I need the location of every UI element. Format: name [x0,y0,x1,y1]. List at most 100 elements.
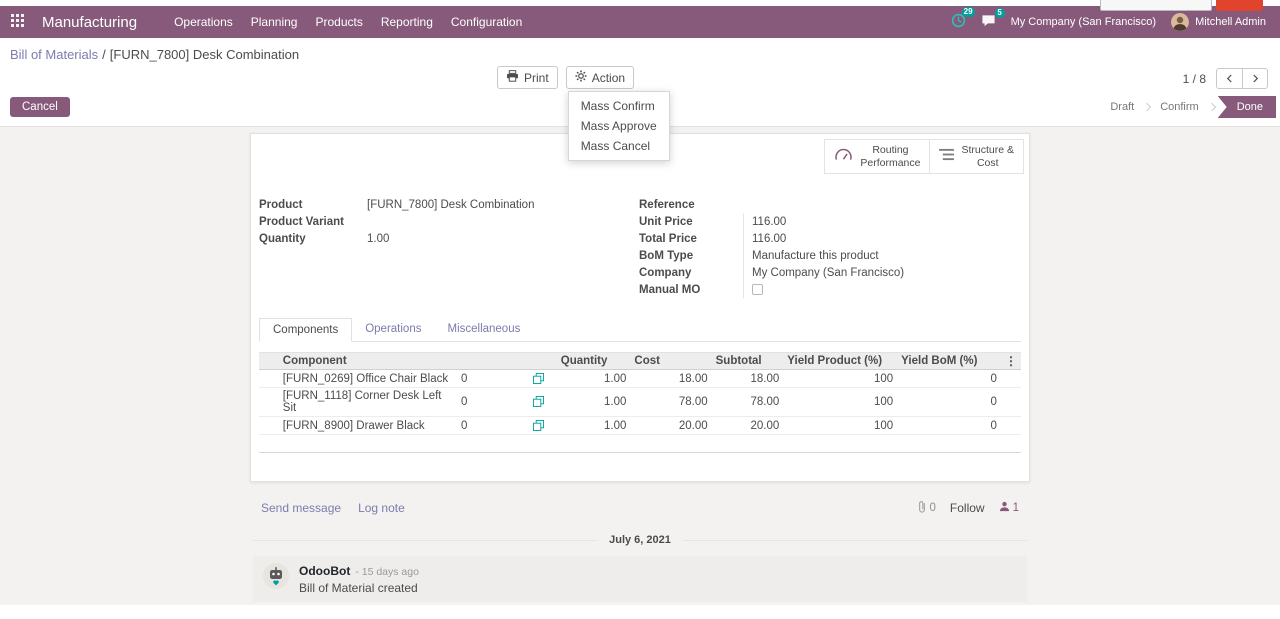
log-note-button[interactable]: Log note [358,501,405,515]
company-value[interactable]: My Company (San Francisco) [743,264,1021,281]
send-message-button[interactable]: Send message [261,501,341,515]
cell-quantity[interactable]: 1.00 [557,417,631,435]
print-button[interactable]: Print [497,66,558,89]
copy-icon[interactable] [533,373,544,384]
breadcrumb-parent-link[interactable]: Bill of Materials [10,47,98,62]
status-step-done[interactable]: Done [1218,96,1276,118]
systray: 29 5 My Company (San Francisco) Mitchell… [951,13,1266,31]
followers-button[interactable]: 1 [999,501,1019,515]
product-value-link[interactable]: [FURN_7800] Desk Combination [367,199,534,211]
pager-buttons [1216,68,1268,89]
user-avatar [1171,13,1189,31]
cell-yield-bom[interactable]: 0 [897,417,1001,435]
menu-products[interactable]: Products [306,11,371,33]
row-handle[interactable] [259,388,279,417]
menu-item-mass-confirm[interactable]: Mass Confirm [569,96,669,116]
chatter: Send message Log note 0 Follow 1 [253,482,1027,602]
gear-icon [575,70,587,85]
structure-list-icon [939,148,954,165]
cell-yield-product[interactable]: 100 [783,370,897,388]
status-chevron-icon [1143,103,1151,111]
activities-button[interactable]: 29 [951,13,966,31]
menu-reporting[interactable]: Reporting [372,11,442,33]
reference-label: Reference [639,199,743,211]
quantity-value[interactable]: 1.00 [367,233,389,245]
tab-components[interactable]: Components [259,318,352,342]
field-product: Product [FURN_7800] Desk Combination [259,196,639,213]
structure-cost-button[interactable]: Structure & Cost [930,139,1024,174]
copy-icon[interactable] [533,420,544,431]
total-price-value: 116.00 [743,230,1021,247]
tab-operations[interactable]: Operations [352,318,434,342]
reference-value[interactable] [743,196,1021,213]
field-groups: Product [FURN_7800] Desk Combination Pro… [259,196,1021,298]
main-menu: Operations Planning Products Reporting C… [165,11,531,33]
cell-variant-count: 0 [457,370,521,388]
header-yield-product[interactable]: Yield Product (%) [783,353,897,370]
manual-mo-checkbox[interactable] [752,284,763,295]
action-button[interactable]: Action [566,66,634,89]
header-cost[interactable]: Cost [630,353,711,370]
attachments-button[interactable]: 0 [917,500,936,516]
row-handle[interactable] [259,417,279,435]
quantity-label: Quantity [259,233,367,245]
cell-yield-bom[interactable]: 0 [897,370,1001,388]
attachment-count: 0 [930,502,936,514]
chatter-links: Send message Log note [261,501,405,515]
cell-component[interactable]: [FURN_8900] Drawer Black [279,417,457,435]
menu-item-mass-cancel[interactable]: Mass Cancel [569,136,669,156]
total-price-label: Total Price [639,233,743,245]
follow-button[interactable]: Follow [950,501,985,515]
tab-miscellaneous[interactable]: Miscellaneous [434,318,533,342]
chevron-left-icon [1226,71,1233,86]
row-handle[interactable] [259,370,279,388]
bom-type-value[interactable]: Manufacture this product [743,247,1021,264]
notebook-tabs: Components Operations Miscellaneous [259,318,1021,342]
menu-operations[interactable]: Operations [165,11,242,33]
table-row[interactable]: [FURN_1118] Corner Desk Left Sit 0 1.00 … [259,388,1021,417]
menu-configuration[interactable]: Configuration [442,11,531,33]
message-body: Bill of Material created [299,581,419,595]
cell-component[interactable]: [FURN_1118] Corner Desk Left Sit [279,388,457,417]
cell-yield-product[interactable]: 100 [783,417,897,435]
cell-component[interactable]: [FURN_0269] Office Chair Black [279,370,457,388]
status-step-confirm[interactable]: Confirm [1153,97,1206,117]
table-row[interactable]: [FURN_0269] Office Chair Black 0 1.00 18… [259,370,1021,388]
status-step-draft[interactable]: Draft [1103,97,1141,117]
user-menu[interactable]: Mitchell Admin [1171,13,1266,31]
field-quantity: Quantity 1.00 [259,230,639,247]
app-name[interactable]: Manufacturing [42,14,137,31]
header-component[interactable]: Component [279,353,457,370]
components-table: Component Quantity Cost Subtotal Yield P… [259,352,1021,453]
cell-yield-bom[interactable]: 0 [897,388,1001,417]
cancel-button[interactable]: Cancel [10,97,70,117]
cell-subtotal: 78.00 [712,388,784,417]
field-company: Company My Company (San Francisco) [639,264,1021,281]
chat-bubble-icon [981,14,996,31]
table-row[interactable]: [FURN_8900] Drawer Black 0 1.00 20.00 20… [259,417,1021,435]
cell-quantity[interactable]: 1.00 [557,370,631,388]
cell-quantity[interactable]: 1.00 [557,388,631,417]
menu-planning[interactable]: Planning [242,11,307,33]
messages-button[interactable]: 5 [981,14,996,31]
pager-next-button[interactable] [1242,68,1268,89]
cell-yield-product[interactable]: 100 [783,388,897,417]
cell-subtotal: 20.00 [712,417,784,435]
apps-menu-button[interactable] [0,6,34,38]
company-label: Company [639,267,743,279]
header-yield-bom[interactable]: Yield BoM (%) [897,353,1001,370]
chatter-toolbar: Send message Log note 0 Follow 1 [253,498,1027,518]
copy-icon[interactable] [533,396,544,407]
message-author[interactable]: OdooBot [299,564,350,578]
manual-mo-label: Manual MO [639,284,743,296]
optional-columns-toggle[interactable]: ⋮ [1001,353,1021,370]
company-switcher[interactable]: My Company (San Francisco) [1011,16,1157,28]
odoobot-avatar [263,563,289,592]
header-subtotal[interactable]: Subtotal [712,353,784,370]
header-quantity[interactable]: Quantity [557,353,631,370]
routing-performance-button[interactable]: Routing Performance [824,139,930,174]
statusbar: Draft Confirm Done [1103,96,1276,118]
pager-previous-button[interactable] [1216,68,1242,89]
status-chevron-icon [1207,103,1215,111]
menu-item-mass-approve[interactable]: Mass Approve [569,116,669,136]
